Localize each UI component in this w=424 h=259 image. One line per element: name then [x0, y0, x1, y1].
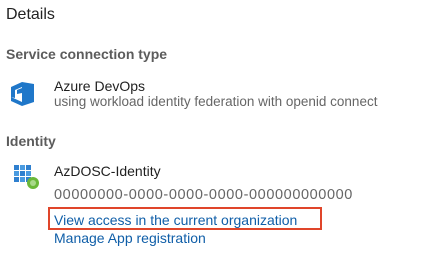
identity-id: 00000000-0000-0000-0000-000000000000	[54, 187, 353, 203]
identity-header: Identity	[6, 133, 56, 149]
page-title: Details	[6, 6, 55, 23]
identity-grid-icon	[14, 165, 39, 189]
identity-name: AzDOSC-Identity	[54, 163, 161, 179]
service-connection-name: Azure DevOps	[54, 78, 146, 94]
azure-devops-icon	[11, 82, 34, 106]
manage-app-registration-link[interactable]: Manage App registration	[54, 230, 206, 246]
view-access-link[interactable]: View access in the current organization	[54, 212, 297, 228]
service-connection-type-header: Service connection type	[6, 46, 168, 62]
details-panel: Details Service connection type Azure De…	[0, 0, 424, 259]
service-connection-description: using workload identity federation with …	[54, 94, 378, 109]
